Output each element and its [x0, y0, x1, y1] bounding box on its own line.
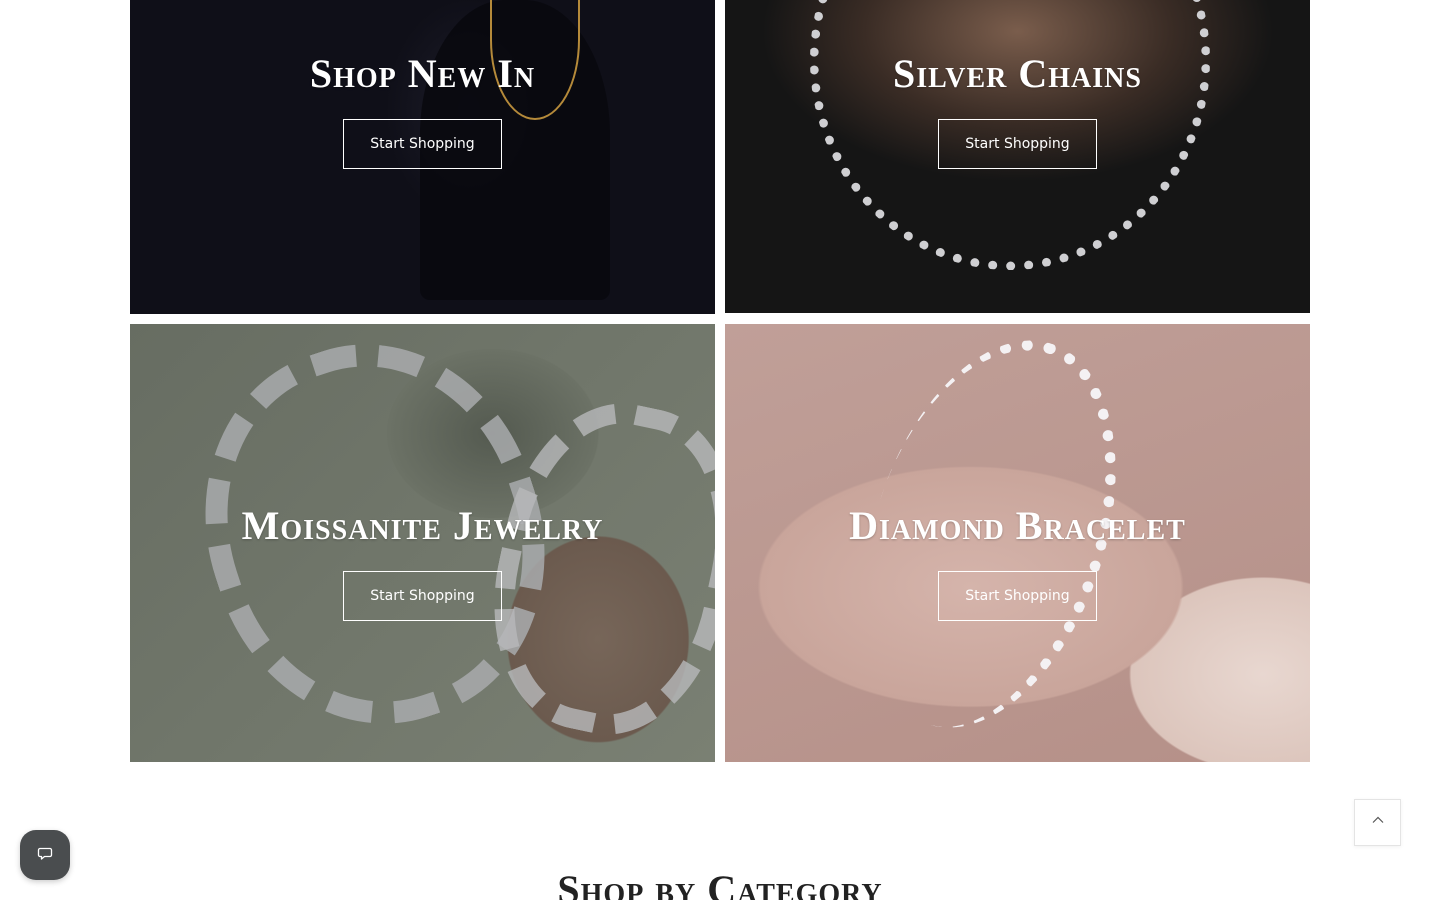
- collection-tile-silver-chains[interactable]: Silver Chains Start Shopping: [725, 0, 1310, 313]
- tile-title: Moissanite Jewelry: [241, 503, 604, 548]
- start-shopping-button[interactable]: Start Shopping: [343, 571, 502, 621]
- collection-tile-new-in[interactable]: Shop New In Start Shopping: [130, 0, 715, 314]
- collection-tile-diamond-bracelet[interactable]: Diamond Bracelet Start Shopping: [725, 324, 1310, 762]
- start-shopping-button[interactable]: Start Shopping: [938, 119, 1097, 169]
- start-shopping-button[interactable]: Start Shopping: [938, 571, 1097, 621]
- section-title-shop-by-category: Shop by Category: [557, 867, 883, 900]
- tile-title: Shop New In: [309, 51, 536, 96]
- tile-title: Silver Chains: [893, 51, 1142, 96]
- chevron-up-icon: [1371, 813, 1385, 832]
- start-shopping-button[interactable]: Start Shopping: [343, 119, 502, 169]
- chat-bubble-icon: [37, 845, 53, 866]
- cuban-bracelet-image: [468, 383, 715, 755]
- back-to-top-button[interactable]: [1354, 799, 1401, 846]
- collection-tile-moissanite-jewelry[interactable]: Moissanite Jewelry Start Shopping: [130, 324, 715, 762]
- tile-title: Diamond Bracelet: [849, 503, 1186, 548]
